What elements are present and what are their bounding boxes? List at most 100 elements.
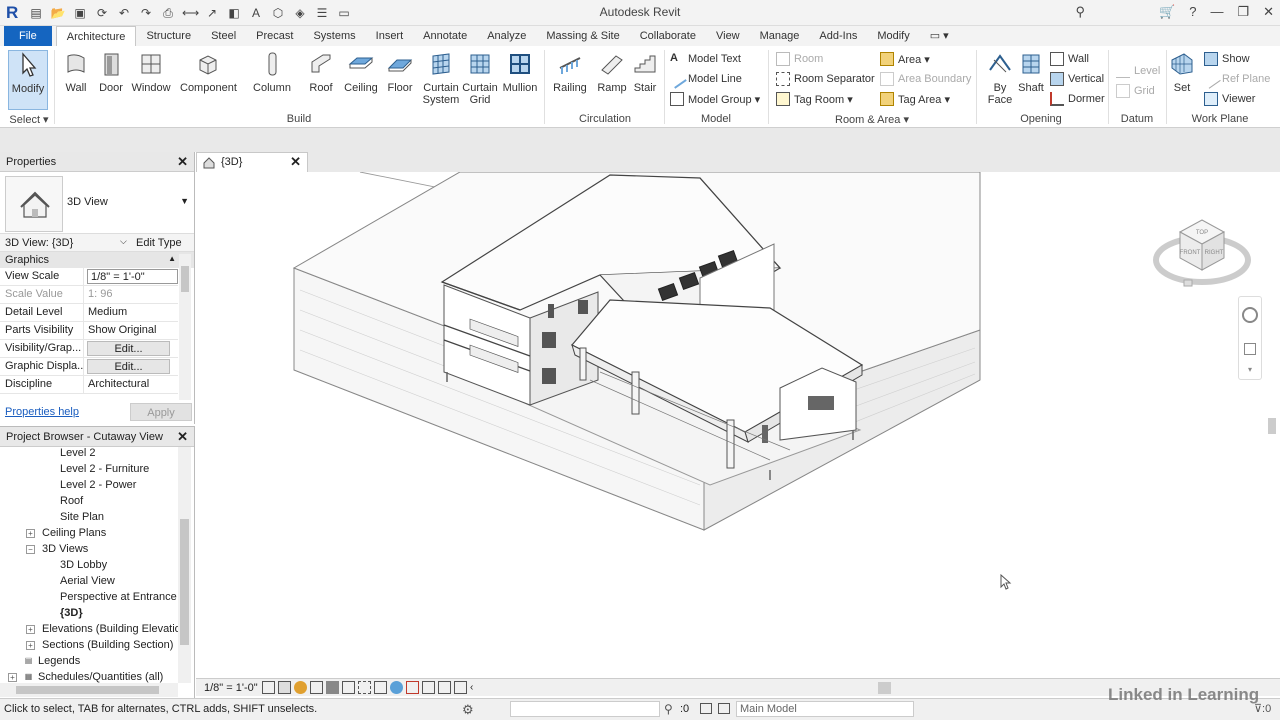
ref-plane-button[interactable]: Ref Plane (1201, 69, 1270, 89)
close-icon[interactable]: ✕ (1263, 4, 1274, 20)
design-options-icon[interactable] (700, 703, 712, 714)
door-button[interactable]: Door (91, 50, 131, 110)
scroll-thumb[interactable] (180, 519, 189, 645)
area-button[interactable]: Area ▾ (880, 50, 930, 68)
tab-add-ins[interactable]: Add-Ins (809, 26, 867, 46)
tree-item-roof[interactable]: Roof (60, 495, 83, 507)
room-separator-button[interactable]: Room Separator (776, 70, 875, 88)
dormer-button[interactable]: Dormer (1050, 90, 1105, 108)
workset-field[interactable] (510, 701, 660, 717)
tree-item-level-2-power[interactable]: Level 2 - Power (60, 479, 136, 491)
set-button[interactable]: Set (1166, 50, 1198, 110)
graphic-display-edit-button[interactable]: Edit... (87, 359, 170, 374)
exclude-options-icon[interactable] (718, 703, 730, 714)
close-icon[interactable]: ✕ (177, 429, 188, 445)
type-selector[interactable]: 3D View ▼ (0, 172, 194, 234)
tree-item-3d-active[interactable]: {3D} (60, 607, 83, 619)
tag-room-button[interactable]: Tag Room ▾ (776, 90, 853, 108)
scroll-thumb[interactable] (16, 686, 159, 694)
chevron-down-icon[interactable]: ▼ (180, 196, 189, 206)
grid-button[interactable]: Grid (1116, 82, 1155, 100)
ribbon-options-icon[interactable]: ▭ ▾ (920, 26, 959, 46)
tab-collaborate[interactable]: Collaborate (630, 26, 706, 46)
worksharing-icon[interactable] (422, 681, 435, 694)
temp-hide-icon[interactable] (390, 681, 403, 694)
view-scale-input[interactable]: 1/8" = 1'-0" (87, 269, 178, 284)
tab-structure[interactable]: Structure (136, 26, 201, 46)
properties-scrollbar[interactable] (179, 254, 191, 400)
close-icon[interactable]: ✕ (177, 154, 188, 170)
stair-button[interactable]: Stair (625, 50, 665, 110)
view-tab-3d[interactable]: {3D} ✕ (196, 152, 308, 172)
scroll-thumb[interactable] (1268, 418, 1276, 434)
canvas-scrollbar[interactable] (1264, 172, 1280, 678)
railing-button[interactable]: Railing (550, 50, 590, 110)
tab-steel[interactable]: Steel (201, 26, 246, 46)
tab-manage[interactable]: Manage (750, 26, 810, 46)
column-button[interactable]: Column (252, 50, 292, 110)
cart-icon[interactable]: 🛒 (1159, 4, 1175, 20)
viewcube-top-label[interactable]: TOP (1196, 230, 1208, 236)
home-view-icon[interactable] (1183, 279, 1193, 287)
sun-path-icon[interactable] (294, 681, 307, 694)
tree-item-level-2-furniture[interactable]: Level 2 - Furniture (60, 463, 149, 475)
editing-requests-icon[interactable]: ⚲ (664, 702, 673, 716)
tab-annotate[interactable]: Annotate (413, 26, 477, 46)
tree-item-ceiling-plans[interactable]: Ceiling Plans (42, 527, 106, 539)
tab-file[interactable]: File (4, 26, 52, 46)
show-button[interactable]: Show (1204, 50, 1250, 68)
select-group-label[interactable]: Select ▾ (6, 113, 52, 126)
tab-systems[interactable]: Systems (303, 26, 365, 46)
tab-precast[interactable]: Precast (246, 26, 303, 46)
vertical-opening-button[interactable]: Vertical (1050, 70, 1104, 88)
tree-item-legends[interactable]: Legends (38, 655, 80, 667)
viewer-button[interactable]: Viewer (1204, 90, 1255, 108)
drawing-area[interactable]: TOP FRONT RIGHT (196, 171, 1280, 678)
tab-architecture[interactable]: Architecture (55, 26, 137, 46)
tag-area-button[interactable]: Tag Area ▾ (880, 90, 950, 108)
crop-view-icon[interactable] (342, 681, 355, 694)
tree-item-sections[interactable]: Sections (Building Section) (42, 639, 173, 651)
detail-level-field[interactable]: Medium (84, 304, 178, 321)
scroll-thumb[interactable] (181, 266, 189, 292)
tree-item-schedules[interactable]: Schedules/Quantities (all) (38, 671, 163, 683)
edit-type-button[interactable]: Edit Type (136, 237, 182, 249)
apply-button[interactable]: Apply (130, 403, 192, 421)
chevron-left-icon[interactable]: ‹ (470, 681, 483, 694)
component-button[interactable]: Component (180, 50, 237, 110)
detail-level-icon[interactable] (262, 681, 275, 694)
ceiling-button[interactable]: Ceiling (341, 50, 381, 110)
parts-visibility-field[interactable]: Show Original (84, 322, 178, 339)
model-group-button[interactable]: Model Group ▾ (670, 90, 760, 108)
tree-item-3d-lobby[interactable]: 3D Lobby (60, 559, 107, 571)
model-text-button[interactable]: A Model Text (670, 50, 741, 68)
highlight-displacement-icon[interactable] (454, 681, 467, 694)
building-3d-model[interactable] (196, 171, 1280, 678)
tab-modify[interactable]: Modify (867, 26, 919, 46)
expand-icon[interactable]: + (26, 625, 35, 634)
shadows-icon[interactable] (310, 681, 323, 694)
visibility-edit-button[interactable]: Edit... (87, 341, 170, 356)
minimize-icon[interactable]: — (1210, 4, 1223, 20)
graphics-section[interactable]: Graphics ▲ (0, 252, 194, 268)
level-button[interactable]: Level (1116, 62, 1160, 80)
expand-icon[interactable]: + (8, 673, 17, 682)
visual-style-icon[interactable] (278, 681, 291, 694)
browser-horizontal-scrollbar[interactable] (0, 683, 178, 697)
expand-icon[interactable]: + (26, 529, 35, 538)
unlock-view-icon[interactable] (374, 681, 387, 694)
collapse-icon[interactable]: ▲ (168, 254, 176, 263)
mullion-button[interactable]: Mullion (500, 50, 540, 110)
collapse-icon[interactable]: − (26, 545, 35, 554)
discipline-field[interactable]: Architectural (84, 376, 178, 393)
tab-view[interactable]: View (706, 26, 750, 46)
tree-item-3d-views[interactable]: 3D Views (42, 543, 88, 555)
viewcube[interactable]: TOP FRONT RIGHT (1152, 208, 1252, 298)
viewcube-right-label[interactable]: RIGHT (1205, 250, 1224, 256)
viewcube-front-label[interactable]: FRONT (1180, 250, 1201, 256)
chevron-down-icon[interactable]: ▾ (1248, 365, 1252, 374)
steering-wheel-icon[interactable] (1242, 307, 1258, 323)
model-line-button[interactable]: Model Line (667, 69, 742, 89)
analytical-model-icon[interactable] (438, 681, 451, 694)
room-area-group-label[interactable]: Room & Area ▾ (772, 113, 972, 126)
